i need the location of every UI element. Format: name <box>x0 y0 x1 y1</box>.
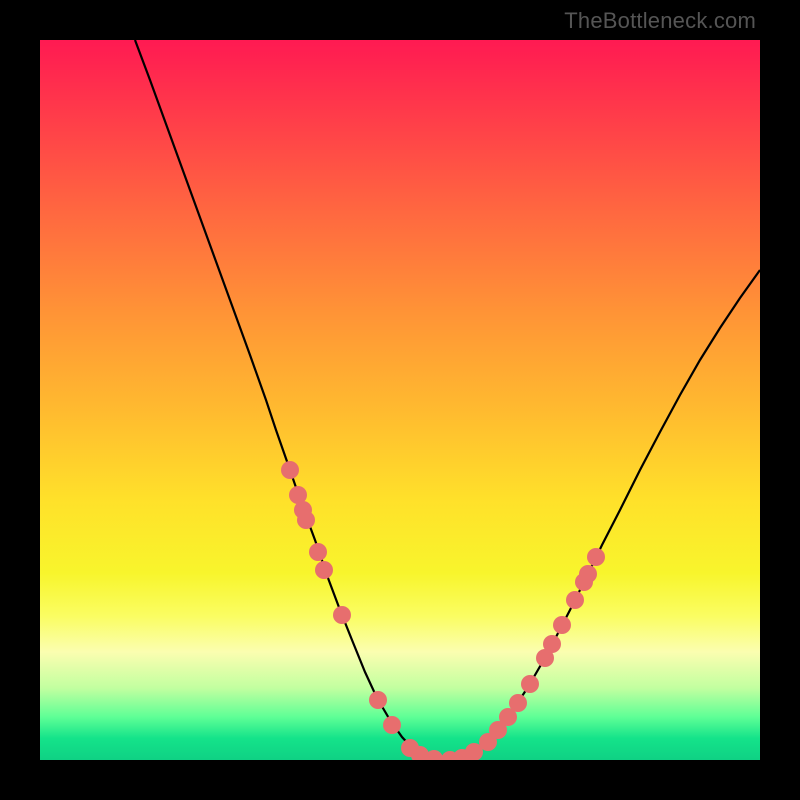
chart-frame: TheBottleneck.com <box>0 0 800 800</box>
data-dot <box>383 716 401 734</box>
data-dot <box>521 675 539 693</box>
bottleneck-curve <box>135 40 760 760</box>
data-dot <box>553 616 571 634</box>
chart-svg <box>40 40 760 760</box>
data-dot <box>579 565 597 583</box>
data-dot <box>297 511 315 529</box>
data-dot <box>509 694 527 712</box>
data-dot <box>566 591 584 609</box>
data-dot <box>333 606 351 624</box>
data-dots <box>281 461 605 760</box>
data-dot <box>587 548 605 566</box>
data-dot <box>309 543 327 561</box>
watermark-text: TheBottleneck.com <box>564 8 756 34</box>
plot-area <box>40 40 760 760</box>
data-dot <box>543 635 561 653</box>
data-dot <box>369 691 387 709</box>
data-dot <box>315 561 333 579</box>
data-dot <box>281 461 299 479</box>
